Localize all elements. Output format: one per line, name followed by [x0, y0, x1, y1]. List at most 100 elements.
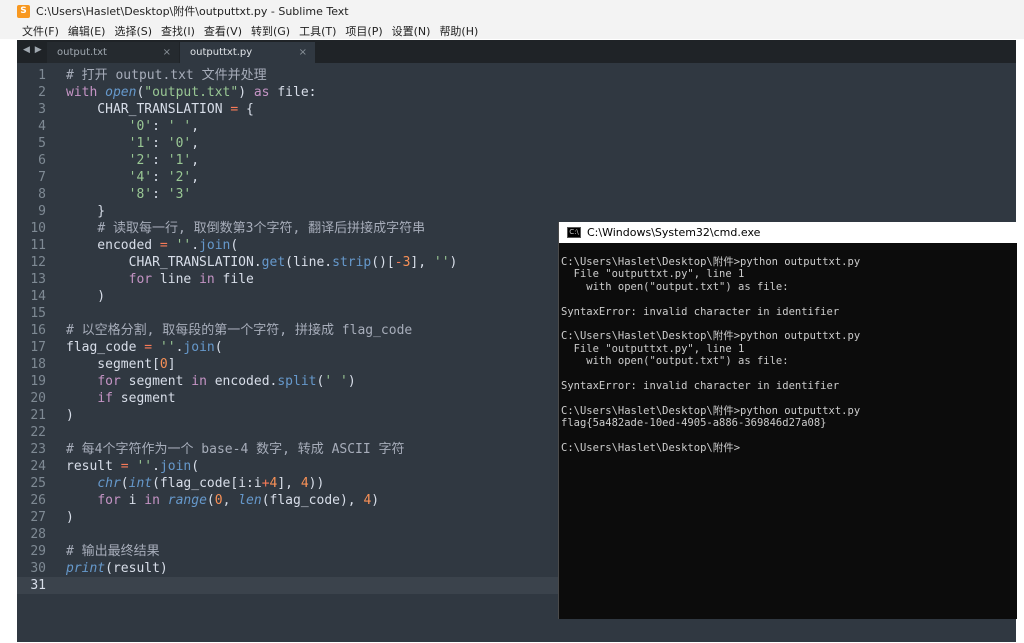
cmd-output[interactable]: C:\Users\Haslet\Desktop\附件>python output… — [561, 256, 860, 455]
code-token: len — [238, 493, 262, 508]
menu-project[interactable]: 项目(P) — [345, 23, 382, 39]
code-token: file: — [269, 85, 317, 100]
code-token: ( — [191, 459, 200, 474]
code-token: print — [66, 561, 106, 576]
tab-close-icon[interactable]: × — [299, 47, 307, 58]
sublime-text-icon: S — [17, 4, 30, 18]
menu-selection[interactable]: 选择(S) — [114, 23, 152, 39]
code-line[interactable]: 8 '8': '3' — [17, 186, 1016, 203]
line-number: 16 — [30, 323, 46, 338]
code-line[interactable]: 5 '1': '0', — [17, 135, 1016, 152]
menu-preferences[interactable]: 设置(N) — [392, 23, 431, 39]
code-line[interactable]: 2 with open("output.txt") as file: — [17, 84, 1016, 101]
cmd-line: C:\Users\Haslet\Desktop\附件>python output… — [561, 330, 861, 343]
menu-edit[interactable]: 编辑(E) — [68, 23, 106, 39]
code-token: segment[ — [66, 357, 160, 372]
code-text: '0': ' ', — [66, 118, 199, 135]
code-token: '3' — [167, 187, 192, 202]
code-text: chr(int(flag_code[i:i+4], 4)) — [66, 475, 324, 492]
code-line[interactable]: 6 '2': '1', — [17, 152, 1016, 169]
code-token: '8' — [128, 187, 153, 202]
menu-goto[interactable]: 转到(G) — [251, 23, 290, 39]
cmd-line: C:\Users\Haslet\Desktop\附件> — [561, 442, 741, 455]
code-text: '8': '3' — [66, 186, 192, 203]
tab-scroll-arrows-icon[interactable]: ◀ ▶ — [23, 45, 43, 55]
code-token: , — [222, 493, 239, 508]
menu-find[interactable]: 查找(I) — [161, 23, 195, 39]
code-token: join — [183, 340, 215, 355]
menu-file[interactable]: 文件(F) — [22, 23, 59, 39]
cmd-title: C:\Windows\System32\cmd.exe — [587, 226, 761, 239]
code-text: ) — [66, 509, 74, 526]
code-token: ' ' — [324, 374, 348, 389]
code-token: split — [277, 374, 317, 389]
code-token: encoded. — [206, 374, 278, 389]
code-text: print(result) — [66, 560, 168, 577]
code-token: = — [144, 340, 153, 355]
code-line[interactable]: 7 '4': '2', — [17, 169, 1016, 186]
line-number: 30 — [30, 561, 46, 576]
code-line[interactable]: 9 } — [17, 203, 1016, 220]
code-text: # 以空格分割, 取每段的第一个字符, 拼接成 flag_code — [66, 322, 412, 339]
code-token: ] — [167, 357, 176, 372]
cmd-title-bar[interactable]: C:\ C:\Windows\System32\cmd.exe — [559, 222, 1017, 243]
code-token: if — [97, 391, 113, 406]
tab-outputtxt-py[interactable]: outputtxt.py × — [180, 42, 315, 63]
code-line[interactable]: 4 '0': ' ', — [17, 118, 1016, 135]
cmd-line: flag{5a482ade-10ed-4905-a886-369846d27a0… — [561, 417, 827, 430]
code-token: ' ' — [167, 119, 192, 134]
line-number: 21 — [30, 408, 46, 423]
line-number: 6 — [38, 153, 46, 168]
line-number: 22 — [30, 425, 46, 440]
line-number: 13 — [30, 272, 46, 287]
menu-tools[interactable]: 工具(T) — [299, 23, 336, 39]
code-line[interactable]: 1 # 打开 output.txt 文件并处理 — [17, 67, 1016, 84]
code-token: result — [66, 459, 121, 474]
menu-view[interactable]: 查看(V) — [204, 23, 242, 39]
code-token: CHAR_TRANSLATION — [66, 102, 231, 117]
code-token: for — [97, 493, 121, 508]
code-token: as — [253, 85, 270, 100]
code-token: { — [238, 102, 254, 117]
code-token: '' — [433, 255, 450, 270]
code-token: . — [152, 459, 160, 474]
code-token: chr — [97, 476, 121, 491]
code-token: : — [152, 136, 168, 151]
line-number: 9 — [38, 204, 46, 219]
code-token: ( — [120, 476, 129, 491]
code-token: ) — [238, 85, 254, 100]
line-number: 1 — [38, 68, 46, 83]
line-number: 26 — [30, 493, 46, 508]
code-text: for segment in encoded.split(' ') — [66, 373, 355, 390]
code-token: ( — [206, 493, 215, 508]
code-token: ()[ — [371, 255, 395, 270]
code-token: '2' — [167, 170, 192, 185]
menu-help[interactable]: 帮助(H) — [439, 23, 478, 39]
code-token: line — [152, 272, 200, 287]
code-token: : — [152, 119, 168, 134]
code-token: 4 — [300, 476, 309, 491]
cmd-window[interactable]: C:\ C:\Windows\System32\cmd.exe C:\Users… — [558, 222, 1017, 619]
cmd-line: File "outputtxt.py", line 1 — [561, 342, 745, 355]
line-number: 8 — [38, 187, 46, 202]
cmd-line: File "outputtxt.py", line 1 — [561, 268, 745, 281]
code-line[interactable]: 3 CHAR_TRANSLATION = { — [17, 101, 1016, 118]
line-number: 29 — [30, 544, 46, 559]
line-number: 19 — [30, 374, 46, 389]
code-token: '0' — [128, 119, 153, 134]
code-token: (result) — [105, 561, 168, 576]
code-text: flag_code = ''.join( — [66, 339, 223, 356]
tab-output-txt[interactable]: output.txt × — [47, 42, 179, 63]
code-text: # 读取每一行, 取倒数第3个字符, 翻译后拼接成字符串 — [66, 220, 425, 237]
code-token: file — [214, 272, 254, 287]
code-token: : — [152, 170, 168, 185]
tab-close-icon[interactable]: × — [163, 47, 171, 58]
cmd-line — [561, 318, 860, 330]
line-number: 3 — [38, 102, 46, 117]
code-token: , — [191, 119, 200, 134]
